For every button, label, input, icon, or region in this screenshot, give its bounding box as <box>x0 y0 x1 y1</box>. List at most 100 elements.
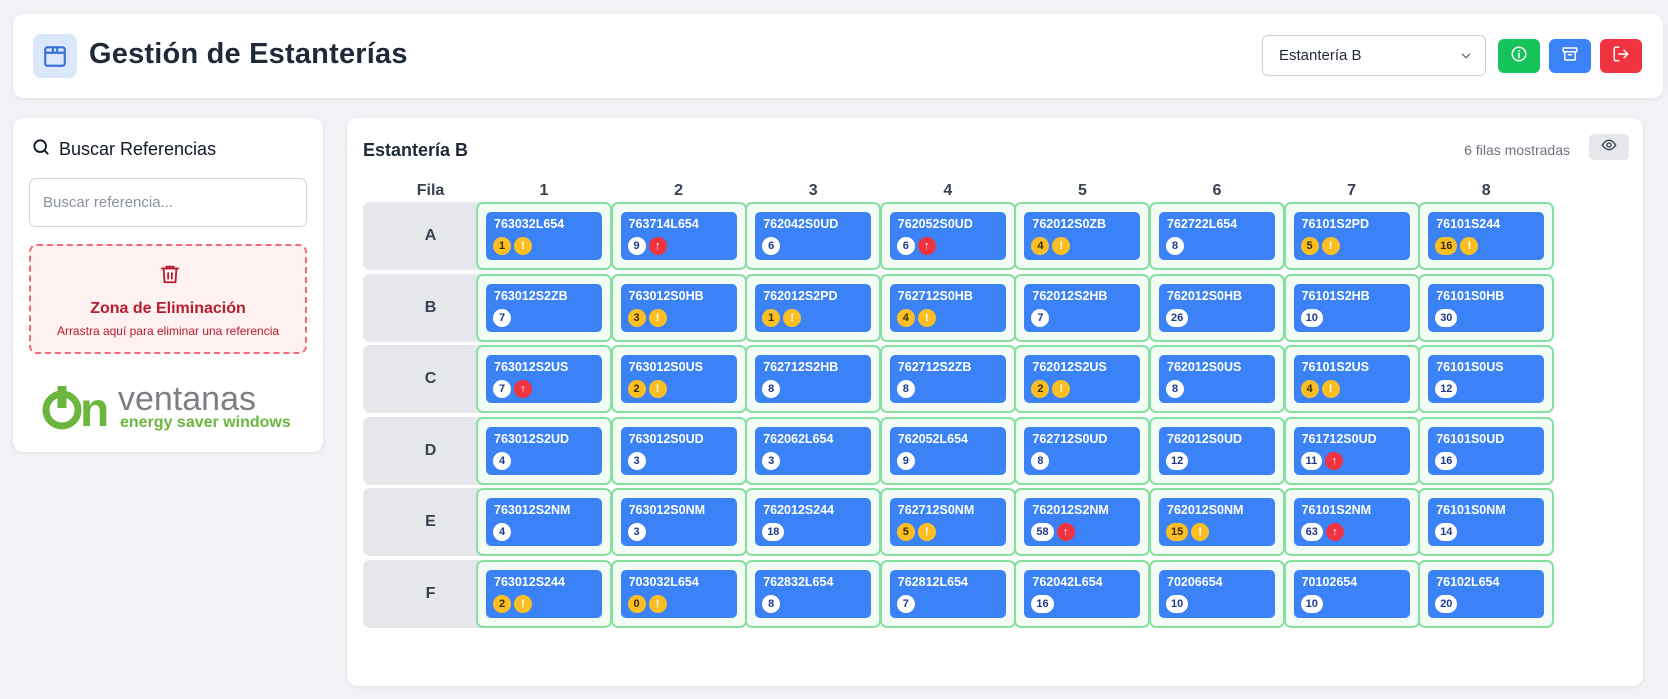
reference-card[interactable]: 763012S2ZB 7 <box>486 283 602 332</box>
reference-card[interactable]: 762712S0HB 4! <box>889 283 1006 332</box>
shelf-slot[interactable]: 762062L654 3 <box>745 416 882 485</box>
reference-card[interactable]: 762722L654 8 <box>1159 212 1275 260</box>
reference-card[interactable]: 762712S0NM 5! <box>889 498 1006 547</box>
shelf-slot[interactable]: 762012S2US 2! <box>1014 345 1151 414</box>
reference-card[interactable]: 762052S0UD 6 ↑ <box>889 212 1006 260</box>
shelf-slot[interactable]: 762052L654 9 <box>879 416 1016 485</box>
reference-card[interactable]: 76101S2NM 63 ↑ <box>1293 498 1410 547</box>
reference-card[interactable]: 761712S0UD 11 ↑ <box>1293 426 1410 475</box>
reference-card[interactable]: 762832L654 8 <box>755 570 872 618</box>
shelf-select[interactable]: Estantería B <box>1262 35 1486 76</box>
reference-card[interactable]: 762012S0NM 15! <box>1159 498 1275 547</box>
reference-card[interactable]: 76101S0US 12 <box>1428 355 1545 404</box>
shelf-slot[interactable]: 76101S2HB 10 <box>1283 273 1420 342</box>
shelf-slot[interactable]: 763012S2ZB 7 <box>476 273 612 342</box>
reference-card[interactable]: 763012S0NM 3 <box>620 498 737 547</box>
shelf-slot[interactable]: 762012S0NM 15! <box>1149 488 1285 557</box>
reference-card[interactable]: 762012S244 18 <box>755 498 872 547</box>
reference-card[interactable]: 76101S244 16! <box>1428 212 1545 260</box>
shelf-slot[interactable]: 762812L654 7 <box>879 560 1016 628</box>
shelf-slot[interactable]: 762712S2ZB 8 <box>879 345 1016 414</box>
reference-card[interactable]: 762812L654 7 <box>889 570 1006 618</box>
shelf-slot[interactable]: 762012S2PD 1! <box>745 273 882 342</box>
shelf-slot[interactable]: 76101S0NM 14 <box>1418 488 1555 557</box>
shelf-slot[interactable]: 763012S0HB 3! <box>610 273 747 342</box>
shelf-slot[interactable]: 763012S0US 2! <box>610 345 747 414</box>
shelf-slot[interactable]: 763012S2US 7 ↑ <box>476 345 612 414</box>
reference-card[interactable]: 70102654 10 <box>1293 570 1410 618</box>
shelf-slot[interactable]: 762832L654 8 <box>745 560 882 628</box>
reference-card[interactable]: 76101S0UD 16 <box>1428 426 1545 475</box>
reference-card[interactable]: 763012S0UD 3 <box>620 426 737 475</box>
reference-card[interactable]: 762012S2HB 7 <box>1024 283 1141 332</box>
reference-card[interactable]: 76101S2US 4! <box>1293 355 1410 404</box>
shelf-slot[interactable]: 76101S2PD 5! <box>1283 202 1420 270</box>
reference-card[interactable]: 763012S2US 7 ↑ <box>486 355 602 404</box>
reference-card[interactable]: 762012S2PD 1! <box>755 283 872 332</box>
shelf-slot[interactable]: 76101S0UD 16 <box>1418 416 1555 485</box>
shelf-slot[interactable]: 762712S0UD 8 <box>1014 416 1151 485</box>
shelf-slot[interactable]: 763012S2UD 4 <box>476 416 612 485</box>
reference-card[interactable]: 762062L654 3 <box>755 426 872 475</box>
shelf-slot[interactable]: 762012S2NM 58 ↑ <box>1014 488 1151 557</box>
reference-card[interactable]: 763714L654 9 ↑ <box>620 212 737 260</box>
shelf-slot[interactable]: 703032L654 0! <box>610 560 747 628</box>
shelf-slot[interactable]: 70206654 10 <box>1149 560 1285 628</box>
info-button[interactable] <box>1498 39 1540 73</box>
shelf-slot[interactable]: 762052S0UD 6 ↑ <box>879 202 1016 270</box>
reference-card[interactable]: 763012S0US 2! <box>620 355 737 404</box>
reference-card[interactable]: 762052L654 9 <box>889 426 1006 475</box>
reference-card[interactable]: 76102L654 20 <box>1428 570 1545 618</box>
reference-card[interactable]: 763012S244 2! <box>486 570 602 618</box>
shelf-slot[interactable]: 76101S244 16! <box>1418 202 1555 270</box>
reference-card[interactable]: 762012S0US 8 <box>1159 355 1275 404</box>
shelf-slot[interactable]: 763012S244 2! <box>476 560 612 628</box>
reference-card[interactable]: 762712S0UD 8 <box>1024 426 1141 475</box>
reference-card[interactable]: 70206654 10 <box>1159 570 1275 618</box>
shelf-slot[interactable]: 762012S0US 8 <box>1149 345 1285 414</box>
reference-card[interactable]: 763012S2NM 4 <box>486 498 602 547</box>
shelf-slot[interactable]: 762012S2HB 7 <box>1014 273 1151 342</box>
reference-card[interactable]: 763032L654 1! <box>486 212 602 260</box>
reference-card[interactable]: 763012S2UD 4 <box>486 426 602 475</box>
reference-card[interactable]: 762012S2NM 58 ↑ <box>1024 498 1141 547</box>
shelf-slot[interactable]: 76102L654 20 <box>1418 560 1555 628</box>
shelf-slot[interactable]: 761712S0UD 11 ↑ <box>1283 416 1420 485</box>
shelf-slot[interactable]: 76101S2NM 63 ↑ <box>1283 488 1420 557</box>
shelf-slot[interactable]: 763714L654 9 ↑ <box>610 202 747 270</box>
shelf-slot[interactable]: 762712S0NM 5! <box>879 488 1016 557</box>
reference-card[interactable]: 762012S0ZB 4! <box>1024 212 1141 260</box>
reference-card[interactable]: 763012S0HB 3! <box>620 283 737 332</box>
shelf-slot[interactable]: 763012S0UD 3 <box>610 416 747 485</box>
shelf-slot[interactable]: 763012S2NM 4 <box>476 488 612 557</box>
reference-card[interactable]: 762712S2HB 8 <box>755 355 872 404</box>
logout-button[interactable] <box>1600 39 1642 73</box>
shelf-slot[interactable]: 70102654 10 <box>1283 560 1420 628</box>
shelf-slot[interactable]: 763032L654 1! <box>476 202 612 270</box>
shelf-slot[interactable]: 762012S244 18 <box>745 488 882 557</box>
delete-drop-zone[interactable]: Zona de Eliminación Arrastra aquí para e… <box>29 244 307 354</box>
reference-card[interactable]: 76101S2PD 5! <box>1293 212 1410 260</box>
shelf-slot[interactable]: 762012S0HB 26 <box>1149 273 1285 342</box>
shelf-slot[interactable]: 76101S2US 4! <box>1283 345 1420 414</box>
reference-card[interactable]: 762012S2US 2! <box>1024 355 1141 404</box>
reference-card[interactable]: 762042L654 16 <box>1024 570 1141 618</box>
shelf-slot[interactable]: 762012S0UD 12 <box>1149 416 1285 485</box>
reference-card[interactable]: 703032L654 0! <box>620 570 737 618</box>
toggle-visibility-button[interactable] <box>1589 134 1629 160</box>
reference-card[interactable]: 762012S0UD 12 <box>1159 426 1275 475</box>
shelf-slot[interactable]: 762722L654 8 <box>1149 202 1285 270</box>
archive-button[interactable] <box>1549 39 1591 73</box>
reference-card[interactable]: 762712S2ZB 8 <box>889 355 1006 404</box>
shelf-slot[interactable]: 76101S0HB 30 <box>1418 273 1555 342</box>
reference-card[interactable]: 762042S0UD 6 <box>755 212 872 260</box>
shelf-slot[interactable]: 762712S2HB 8 <box>745 345 882 414</box>
shelf-slot[interactable]: 762042S0UD 6 <box>745 202 882 270</box>
reference-card[interactable]: 762012S0HB 26 <box>1159 283 1275 332</box>
shelf-slot[interactable]: 76101S0US 12 <box>1418 345 1555 414</box>
shelf-slot[interactable]: 763012S0NM 3 <box>610 488 747 557</box>
search-input[interactable] <box>29 178 307 227</box>
shelf-slot[interactable]: 762012S0ZB 4! <box>1014 202 1151 270</box>
reference-card[interactable]: 76101S0NM 14 <box>1428 498 1545 547</box>
shelf-slot[interactable]: 762042L654 16 <box>1014 560 1151 628</box>
